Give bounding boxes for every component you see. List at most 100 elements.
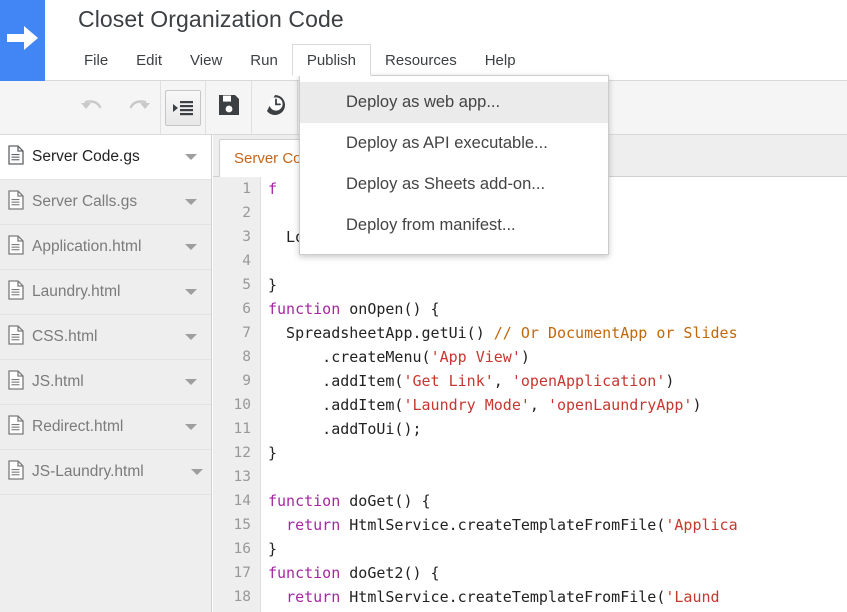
save-icon [218,94,240,121]
line-number: 1 [242,181,251,197]
file-item-js-html[interactable]: JS.html [0,360,211,405]
file-icon [8,369,30,395]
code-line: function doGet() { [262,489,847,513]
code-line: SpreadsheetApp.getUi() // Or DocumentApp… [262,321,847,345]
file-item-label: JS.html [32,373,84,390]
line-number: 4 [242,253,251,269]
line-number: 15 [233,517,251,533]
chevron-down-icon[interactable] [185,148,197,166]
chevron-down-icon[interactable] [185,283,197,301]
code-line: return HtmlService.createTemplateFromFil… [262,513,847,537]
toolbar-group-history [70,81,161,134]
chevron-down-icon[interactable] [185,328,197,346]
code-token: ) [665,372,675,390]
line-number: 10 [233,397,251,413]
code-token: 'Applica [665,516,738,534]
code-token: } [268,444,278,462]
file-item-label: Server Code.gs [32,148,140,165]
file-item-label: Server Calls.gs [32,193,138,210]
file-item-js-laundry-html[interactable]: JS-Laundry.html [0,450,211,495]
code-line: .addToUi(); [262,417,847,441]
line-number: 11 [233,421,251,437]
line-number: 2 [242,205,251,221]
code-token: f [268,180,278,198]
menu-item-resources[interactable]: Resources [371,44,471,76]
file-item-label: CSS.html [32,328,98,345]
menu-item-run[interactable]: Run [236,44,292,76]
file-item-label: Application.html [32,238,142,255]
redo-icon [125,95,151,120]
menu-item-view[interactable]: View [176,44,236,76]
line-number: 9 [242,373,251,389]
menu-option-deploy-as-web-app[interactable]: Deploy as web app... [300,82,608,123]
file-item-laundry-html[interactable]: Laundry.html [0,270,211,315]
page-title: Closet Organization Code [78,6,344,32]
code-line: } [262,537,847,561]
file-icon [8,414,30,440]
code-token: .createMenu( [268,348,431,366]
menu-item-edit[interactable]: Edit [122,44,176,76]
line-number: 7 [242,325,251,341]
menu-option-deploy-as-sheets-add-on[interactable]: Deploy as Sheets add-on... [300,164,608,205]
code-token: 'Laundry Mode' [403,396,530,414]
line-number: 8 [242,349,251,365]
code-line: } [262,441,847,465]
file-item-server-code-gs[interactable]: Server Code.gs [0,135,211,180]
toolbar-group-history2 [252,81,298,134]
file-item-css-html[interactable]: CSS.html [0,315,211,360]
undo-icon [80,95,106,120]
code-token: , [529,396,548,414]
redo-button[interactable] [115,81,160,134]
code-line: function onOpen() { [262,297,847,321]
chevron-down-icon[interactable] [185,373,197,391]
code-token: HtmlService.createTemplateFromFile( [340,588,666,606]
app-header: Closet Organization Code File Edit View … [0,0,847,81]
file-item-server-calls-gs[interactable]: Server Calls.gs [0,180,211,225]
chevron-down-icon[interactable] [185,193,197,211]
code-line: .addItem('Laundry Mode', 'openLaundryApp… [262,393,847,417]
toolbar-group-empty [630,81,847,134]
file-icon [8,459,30,485]
code-token: , [493,372,512,390]
menu-item-publish[interactable]: Publish [291,44,372,76]
code-token: return [286,588,341,606]
code-token: 'openApplication' [511,372,666,390]
version-history-button[interactable] [252,81,297,134]
file-item-redirect-html[interactable]: Redirect.html [0,405,211,450]
publish-dropdown-menu[interactable]: Deploy as web app... Deploy as API execu… [299,75,609,255]
code-token: 'Get Link' [403,372,494,390]
indent-format-button[interactable] [160,81,205,134]
code-line: } [262,273,847,297]
menu-item-help[interactable]: Help [471,44,530,76]
menu-option-deploy-from-manifest[interactable]: Deploy from manifest... [300,205,608,246]
code-token: SpreadsheetApp.getUi() [268,324,494,342]
file-item-label: JS-Laundry.html [32,463,144,480]
apps-script-logo[interactable] [0,0,45,81]
chevron-down-icon[interactable] [185,418,197,436]
file-item-label: Redirect.html [32,418,124,435]
chevron-down-icon[interactable] [185,238,197,256]
sidebar-empty-space [0,495,211,612]
code-line: function doGet2() { [262,561,847,585]
chevron-down-icon[interactable] [191,463,203,481]
indent-format-icon [164,89,201,126]
save-button[interactable] [206,81,251,134]
version-history-clock-icon [263,93,287,122]
file-icon [8,279,30,305]
file-item-application-html[interactable]: Application.html [0,225,211,270]
file-icon [8,189,30,215]
code-token: doGet() { [340,492,431,510]
line-number: 13 [233,469,251,485]
undo-button[interactable] [70,81,115,134]
code-token: function [268,564,341,582]
code-token: // Or DocumentApp or Slides [493,324,738,342]
toolbar-group-save [206,81,252,134]
menu-item-file[interactable]: File [70,44,122,76]
code-token: } [268,276,278,294]
code-token: doGet2() { [340,564,440,582]
line-number: 6 [242,301,251,317]
line-number: 3 [242,229,251,245]
code-token: ) [692,396,702,414]
menu-option-deploy-as-api-executable[interactable]: Deploy as API executable... [300,123,608,164]
file-list-sidebar[interactable]: Server Code.gs Server Calls.gs Applicati… [0,135,212,612]
